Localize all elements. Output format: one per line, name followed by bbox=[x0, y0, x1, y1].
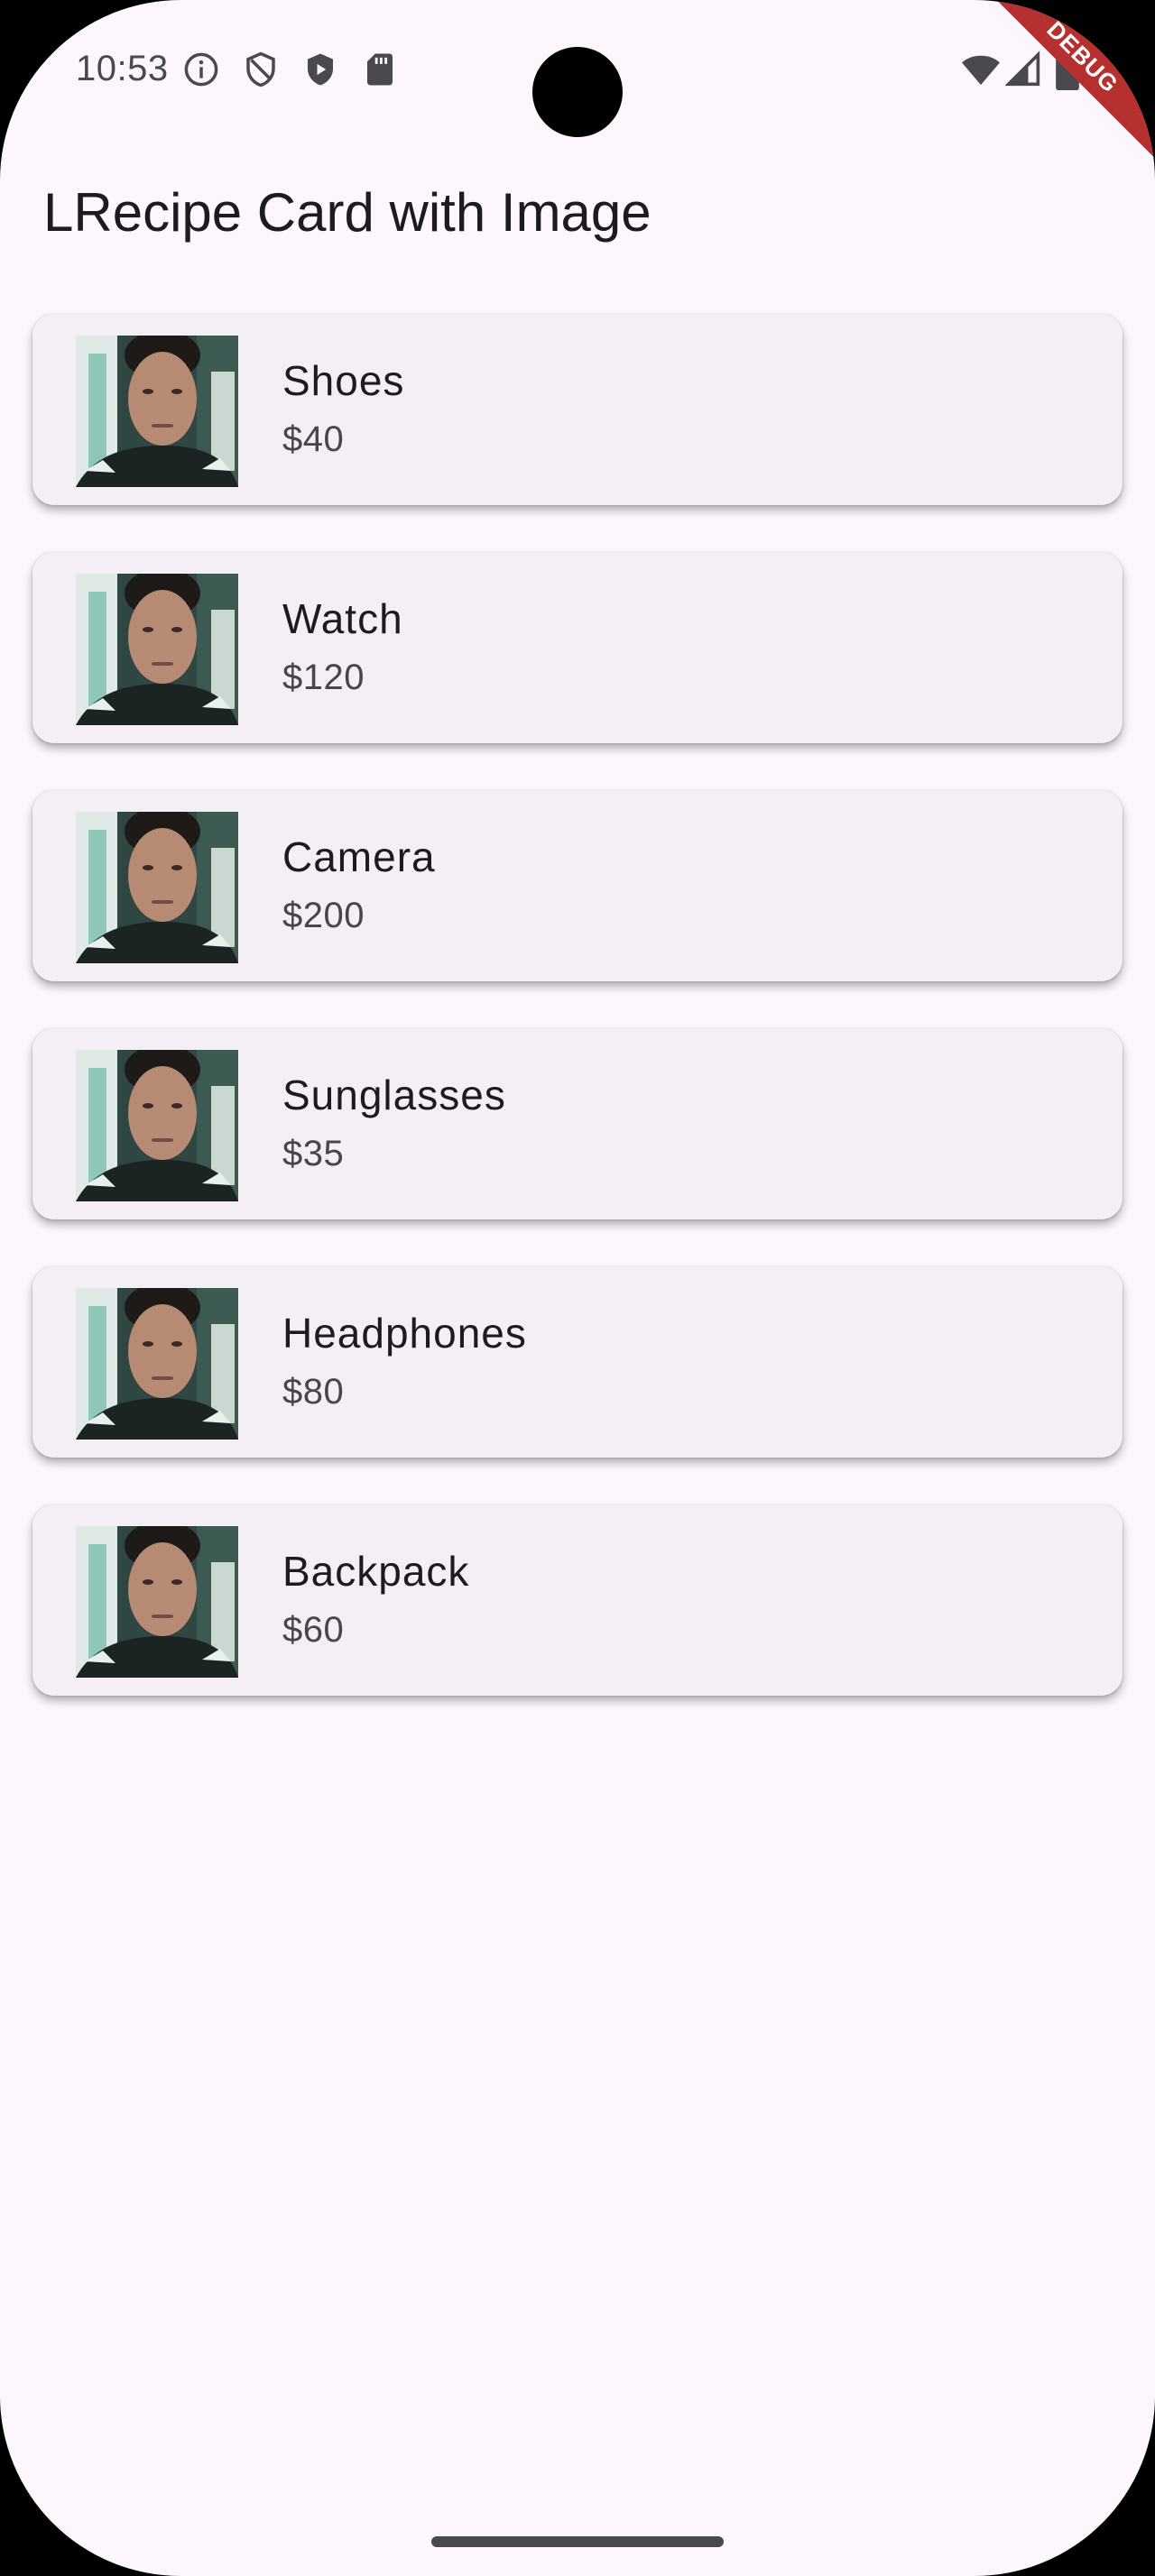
list-item[interactable]: Sunglasses $35 bbox=[32, 1028, 1123, 1219]
list-item[interactable]: Headphones $80 bbox=[32, 1266, 1123, 1458]
item-price: $40 bbox=[282, 419, 345, 459]
screen: 10:53 DEBUG LRecipe Card with Image Shoe… bbox=[0, 0, 1155, 2576]
shield-outline-icon bbox=[246, 51, 275, 87]
item-price: $200 bbox=[282, 896, 365, 935]
product-image bbox=[76, 1050, 238, 1201]
shield-play-icon bbox=[308, 53, 333, 86]
item-name: Camera bbox=[282, 833, 436, 880]
product-image bbox=[76, 336, 238, 487]
product-image bbox=[76, 574, 238, 725]
item-price: $80 bbox=[282, 1372, 345, 1412]
wifi-icon bbox=[962, 55, 1000, 86]
status-bar: 10:53 DEBUG bbox=[0, 0, 1155, 168]
camera-cutout bbox=[532, 47, 623, 137]
list-item[interactable]: Watch $120 bbox=[32, 552, 1123, 743]
app-bar-title: LRecipe Card with Image bbox=[43, 182, 651, 243]
status-time: 10:53 bbox=[76, 49, 169, 88]
item-name: Sunglasses bbox=[282, 1072, 506, 1118]
item-price: $120 bbox=[282, 658, 365, 697]
product-list: Shoes $40 Watch $120 Camera $200 Sunglas… bbox=[32, 314, 1123, 1743]
item-price: $60 bbox=[282, 1610, 345, 1650]
product-image bbox=[76, 1288, 238, 1440]
info-icon bbox=[184, 52, 218, 87]
sd-card-icon bbox=[367, 53, 393, 86]
item-name: Backpack bbox=[282, 1548, 470, 1595]
signal-icon bbox=[1005, 51, 1040, 87]
item-name: Shoes bbox=[282, 357, 405, 404]
item-name: Watch bbox=[282, 595, 403, 642]
list-item[interactable]: Camera $200 bbox=[32, 790, 1123, 981]
list-item[interactable]: Shoes $40 bbox=[32, 314, 1123, 505]
list-item[interactable]: Backpack $60 bbox=[32, 1504, 1123, 1696]
device-frame: 10:53 DEBUG LRecipe Card with Image Shoe… bbox=[0, 0, 1155, 2576]
home-indicator[interactable] bbox=[431, 2536, 724, 2547]
product-image bbox=[76, 812, 238, 963]
item-price: $35 bbox=[282, 1134, 345, 1173]
item-name: Headphones bbox=[282, 1310, 527, 1357]
product-image bbox=[76, 1526, 238, 1678]
